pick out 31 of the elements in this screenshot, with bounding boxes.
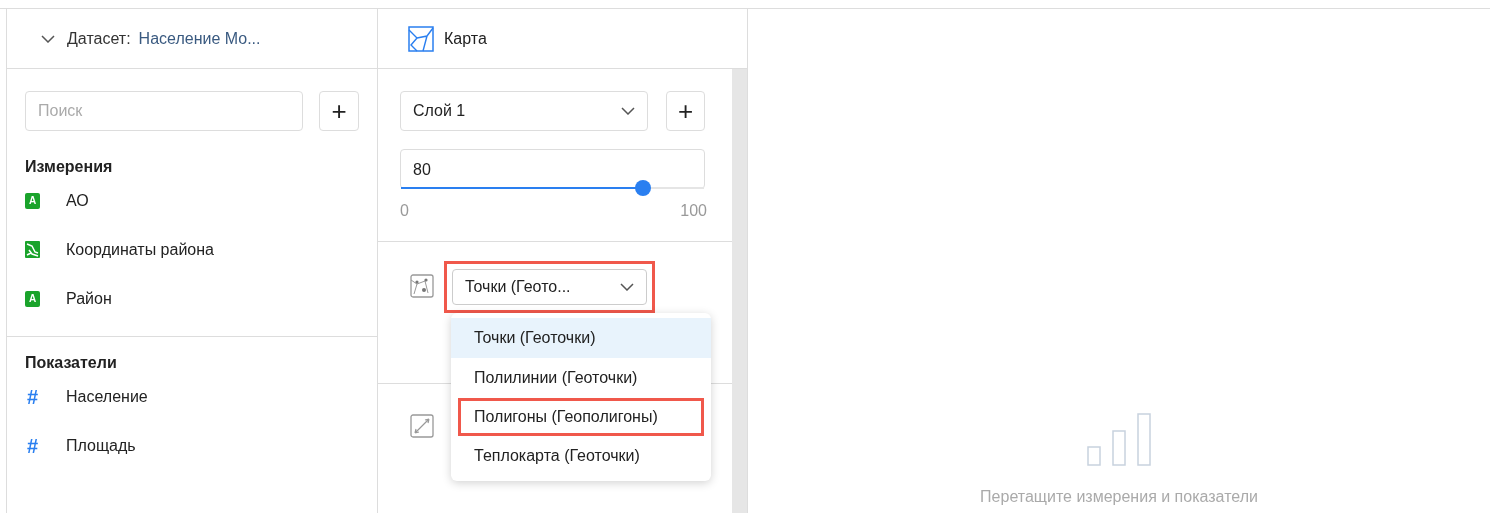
dropdown-option[interactable]: Полигоны (Геополигоны) [458,398,704,436]
dataset-toggle[interactable] [41,34,55,43]
geometry-select[interactable]: Точки (Геото... [452,269,647,305]
add-field-button[interactable]: + [319,91,359,131]
map-icon [408,25,434,52]
text-type-icon: A [25,192,40,209]
geo-points-icon [410,274,434,298]
empty-state-message: Перетащите измерения и показатели [980,487,1258,507]
bar-chart-icon [1087,413,1151,467]
opacity-value: 80 [413,160,431,180]
dropdown-option[interactable]: Теплокарта (Геоточки) [451,436,711,476]
number-type-icon: # [25,386,40,407]
slider-thumb[interactable] [635,180,652,196]
slider-min-label: 0 [400,201,409,221]
section-title: Измерения [24,157,114,177]
number-type-icon: # [25,435,40,456]
chevron-down-icon [621,107,635,115]
dropdown-option[interactable]: Точки (Геоточки) [451,318,711,358]
chevron-down-icon [620,283,634,291]
scrollbar[interactable] [732,69,747,513]
dataset-name[interactable]: Население Мо... [138,26,261,51]
geo-type-icon [25,241,40,258]
chart-type-label[interactable]: Карта [444,26,487,51]
dropdown-option[interactable]: Полилинии (Геоточки) [451,358,711,398]
chevron-down-icon [41,34,55,43]
layer-select[interactable]: Слой 1 [400,91,648,131]
slider-max-label: 100 [680,201,707,221]
dataset-label: Датасет: [67,28,131,49]
add-layer-button[interactable]: + [666,91,705,131]
text-type-icon: A [25,290,40,307]
search-field[interactable]: Поиск [25,91,303,131]
